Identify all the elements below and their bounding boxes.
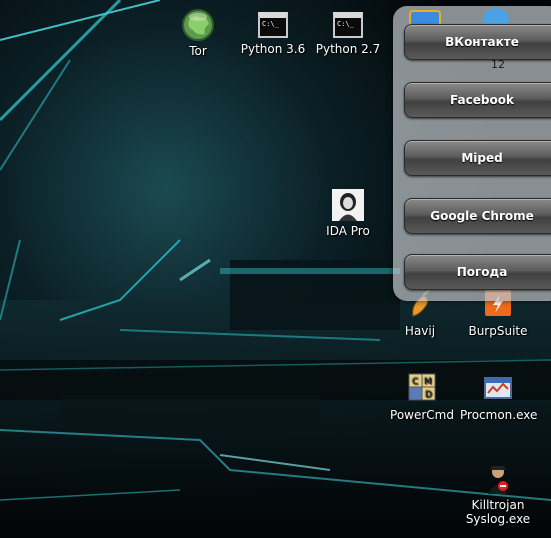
svg-text:C: C xyxy=(412,377,418,387)
powercmd-icon: CMD xyxy=(405,372,439,406)
terminal-prompt: C:\_ xyxy=(262,20,279,28)
ida-pro-shortcut[interactable]: IDA Pro xyxy=(310,188,386,238)
weather-button[interactable]: Погода xyxy=(404,254,551,290)
miped-button[interactable]: Miped xyxy=(404,140,551,176)
procmon-shortcut[interactable]: Procmon.exe xyxy=(460,372,538,422)
vkontakte-button[interactable]: ВКонтакте xyxy=(404,24,551,60)
killtrojan-shortcut[interactable]: Killtrojan Syslog.exe xyxy=(460,462,536,526)
tor-globe-icon xyxy=(181,8,215,42)
python36-label: Python 3.6 xyxy=(240,42,306,56)
killtrojan-icon xyxy=(481,462,515,496)
terminal-prompt: C:\_ xyxy=(337,20,354,28)
ida-pro-label: IDA Pro xyxy=(326,224,370,238)
svg-text:M: M xyxy=(424,377,432,387)
google-chrome-button[interactable]: Google Chrome xyxy=(404,198,551,234)
powercmd-shortcut[interactable]: CMD PowerCmd xyxy=(384,372,460,422)
burpsuite-label: BurpSuite xyxy=(468,324,528,338)
svg-text:D: D xyxy=(425,390,432,400)
havij-label: Havij xyxy=(404,324,436,338)
terminal-icon: C:\_ xyxy=(258,12,288,38)
python27-shortcut[interactable]: C:\_ Python 2.7 xyxy=(310,8,386,56)
terminal-icon: C:\_ xyxy=(333,12,363,38)
powercmd-label: PowerCmd xyxy=(390,408,454,422)
tor-shortcut[interactable]: Tor xyxy=(160,8,236,58)
facebook-button[interactable]: Facebook xyxy=(404,82,551,118)
killtrojan-label: Killtrojan xyxy=(471,498,525,512)
ida-pro-icon xyxy=(331,188,365,222)
python36-shortcut[interactable]: C:\_ Python 3.6 xyxy=(235,8,311,56)
killtrojan-label-2: Syslog.exe xyxy=(465,512,531,526)
procmon-icon xyxy=(481,372,515,406)
tor-label: Tor xyxy=(189,44,207,58)
python27-label: Python 2.7 xyxy=(315,42,381,56)
procmon-label: Procmon.exe xyxy=(460,408,538,422)
